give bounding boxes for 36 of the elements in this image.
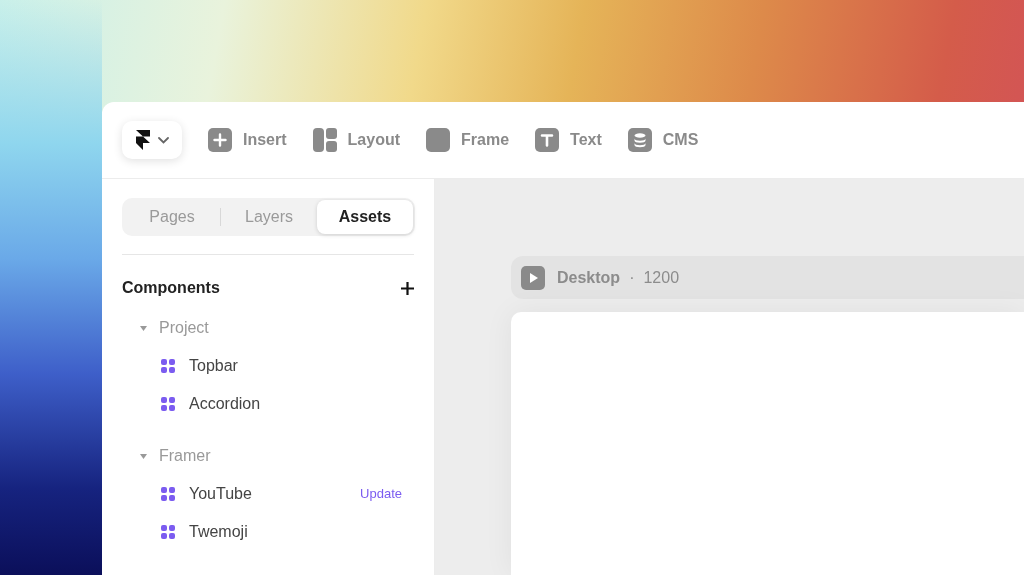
tab[interactable]: Assets xyxy=(317,200,413,234)
logo-menu-button[interactable] xyxy=(122,121,182,159)
square-icon xyxy=(426,128,451,152)
caret-down-icon[interactable] xyxy=(140,453,147,459)
frame-header[interactable]: Desktop · 1200 xyxy=(511,256,1024,299)
component-icon xyxy=(161,359,175,373)
group-label[interactable]: Framer xyxy=(159,444,211,468)
tool-button[interactable]: CMS xyxy=(627,125,699,155)
component-item[interactable]: YouTube xyxy=(189,482,347,506)
component-item[interactable]: Topbar xyxy=(189,354,402,378)
tool-button[interactable]: Insert xyxy=(208,125,287,155)
chevron-down-icon xyxy=(157,136,169,144)
play-icon[interactable] xyxy=(521,265,545,290)
tool-button[interactable]: Layout xyxy=(312,125,401,155)
component-icon xyxy=(161,487,175,501)
tab[interactable]: Pages xyxy=(124,200,220,234)
section-title: Components xyxy=(122,278,220,298)
database-icon xyxy=(627,128,652,152)
plus-icon xyxy=(208,128,232,152)
tool-button[interactable]: Frame xyxy=(426,125,510,155)
component-icon xyxy=(161,397,175,411)
frame-name: Desktop xyxy=(557,267,621,288)
component-item[interactable]: Accordion xyxy=(189,392,402,416)
tab[interactable]: Layers xyxy=(221,200,317,234)
separator-dot: · xyxy=(629,267,635,288)
add-icon[interactable] xyxy=(401,281,414,295)
group-label[interactable]: Project xyxy=(159,316,209,340)
frame-width: 1200 xyxy=(643,267,680,288)
text-icon xyxy=(535,128,560,152)
update-link[interactable]: Update xyxy=(360,484,402,504)
tool-button[interactable]: Text xyxy=(535,125,602,155)
component-item[interactable]: Twemoji xyxy=(189,520,402,544)
logo-icon xyxy=(135,130,150,150)
caret-down-icon[interactable] xyxy=(140,325,147,331)
component-icon xyxy=(161,525,175,539)
layout-icon xyxy=(312,128,337,152)
